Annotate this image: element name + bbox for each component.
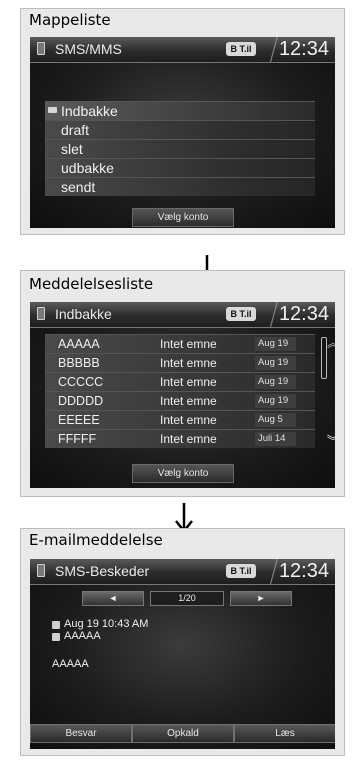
message-subject: Intet emne xyxy=(160,413,217,427)
message-row[interactable]: FFFFF Intet emne Juli 14 xyxy=(45,429,315,448)
folder-list-screen: SMS/MMS B T.il 12:34 Indbakke draft slet… xyxy=(30,37,335,228)
folder-label: slet xyxy=(61,141,83,157)
status-bar: Indbakke B T.il 12:34 xyxy=(30,302,335,328)
clock: 12:34 xyxy=(278,38,329,60)
message-sender: FFFFF xyxy=(58,432,97,446)
message-subject: Intet emne xyxy=(160,375,217,389)
message-date: Aug 19 xyxy=(255,337,296,351)
message-subject: Intet emne xyxy=(160,337,217,351)
screen-title: SMS/MMS xyxy=(55,41,122,57)
folder-label: Indbakke xyxy=(61,103,118,119)
message-date: Aug 5 xyxy=(255,413,296,427)
folder-item-udbakke[interactable]: udbakke xyxy=(45,158,315,177)
message-sender: BBBBB xyxy=(58,356,100,370)
message-date: Juli 14 xyxy=(255,432,296,446)
envelope-icon xyxy=(48,107,57,113)
select-account-button[interactable]: Vælg konto xyxy=(132,208,234,227)
folder-label: udbakke xyxy=(61,160,114,176)
contact-icon xyxy=(52,633,60,641)
folder-list-panel: Mappeliste SMS/MMS B T.il 12:34 Indbakke… xyxy=(20,8,345,235)
message-date: Aug 19 xyxy=(255,394,296,408)
message-row[interactable]: DDDDD Intet emne Aug 19 xyxy=(45,391,315,410)
reply-button[interactable]: Besvar xyxy=(30,724,132,743)
message-date: Aug 19 xyxy=(255,375,296,389)
folder-label: draft xyxy=(61,122,90,138)
call-button[interactable]: Opkald xyxy=(132,724,234,743)
message-row[interactable]: BBBBB Intet emne Aug 19 xyxy=(45,353,315,372)
clock: 12:34 xyxy=(278,303,329,325)
scroll-up-icon[interactable]: ︽ xyxy=(327,337,335,349)
folder-item-draft[interactable]: draft xyxy=(45,120,315,139)
message-row[interactable]: CCCCC Intet emne Aug 19 xyxy=(45,372,315,391)
message-subject: Intet emne xyxy=(160,356,217,370)
message-row[interactable]: EEEEE Intet emne Aug 5 xyxy=(45,410,315,429)
clock: 12:34 xyxy=(278,560,329,582)
message-counter: 1/20 xyxy=(150,591,224,606)
message-row[interactable]: AAAAA Intet emne Aug 19 xyxy=(45,334,315,353)
previous-message-button[interactable]: ◄ xyxy=(82,591,144,606)
phone-icon xyxy=(37,307,45,320)
folder-item-slet[interactable]: slet xyxy=(45,139,315,158)
folder-label: sendt xyxy=(61,179,96,195)
section-heading: Mappeliste xyxy=(29,11,111,29)
section-heading: E-mailmeddelelse xyxy=(29,531,163,549)
folder-item-indbakke[interactable]: Indbakke xyxy=(45,101,315,120)
screen-title: Indbakke xyxy=(55,306,112,322)
select-account-button[interactable]: Vælg konto xyxy=(132,464,234,483)
action-bar: Besvar Opkald Læs xyxy=(30,724,335,743)
section-heading: Meddelelsesliste xyxy=(29,275,154,293)
message-sender: AAAAA xyxy=(58,337,100,351)
message-sender: DDDDD xyxy=(58,394,104,408)
message-date: Aug 19 xyxy=(255,356,296,370)
calendar-icon xyxy=(52,621,60,629)
screen-title: SMS-Beskeder xyxy=(55,563,150,579)
manual-figure: Mappeliste SMS/MMS B T.il 12:34 Indbakke… xyxy=(0,0,360,767)
bluetooth-signal-icon: B T.il xyxy=(226,564,256,578)
status-bar: SMS/MMS B T.il 12:34 xyxy=(30,37,335,63)
bluetooth-signal-icon: B T.il xyxy=(226,307,256,321)
message-subject: Intet emne xyxy=(160,394,217,408)
phone-icon xyxy=(37,42,45,55)
message-sender: EEEEE xyxy=(58,413,100,427)
message-subject: Intet emne xyxy=(160,432,217,446)
status-bar: SMS-Beskeder B T.il 12:34 xyxy=(30,559,335,585)
next-message-button[interactable]: ► xyxy=(230,591,292,606)
message-sender: CCCCC xyxy=(58,375,104,389)
message-detail-panel: E-mailmeddelelse SMS-Beskeder B T.il 12:… xyxy=(20,528,345,756)
message-list-screen: Indbakke B T.il 12:34 AAAAA Intet emne A… xyxy=(30,302,335,488)
message-from: AAAAA xyxy=(64,630,101,642)
phone-icon xyxy=(37,564,45,577)
folder-item-sendt[interactable]: sendt xyxy=(45,177,315,196)
message-detail-screen: SMS-Beskeder B T.il 12:34 ◄ 1/20 ► Aug 1… xyxy=(30,559,335,749)
read-button[interactable]: Læs xyxy=(234,724,335,743)
bluetooth-signal-icon: B T.il xyxy=(226,42,256,56)
message-list-panel: Meddelelsesliste Indbakke B T.il 12:34 A… xyxy=(20,270,345,497)
message-body: AAAAA xyxy=(52,658,89,670)
message-timestamp: Aug 19 10:43 AM xyxy=(64,618,149,630)
scroll-down-icon[interactable]: ︾ xyxy=(327,435,335,447)
